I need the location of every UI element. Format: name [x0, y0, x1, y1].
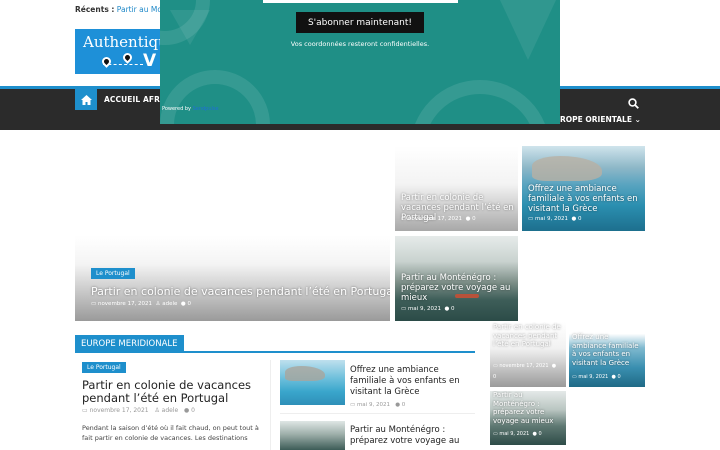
rock-shape: [285, 366, 325, 381]
mini-post-meta: ▭ mai 9, 2021 ● 0: [572, 374, 621, 380]
calendar-icon: ▭: [350, 402, 356, 408]
comment-icon: ●: [571, 216, 577, 222]
mini-post-montenegro[interactable]: Partir au Monténégro : préparez votre vo…: [490, 391, 566, 445]
featured-main-meta: ▭ novembre 17, 2021 ♙ adele ● 0: [91, 301, 191, 307]
post-date: novembre 17, 2021: [97, 301, 153, 307]
post-date: mai 9, 2021: [534, 216, 568, 222]
powered-by[interactable]: Powered by Sendpulse: [162, 106, 219, 112]
mini-post-title[interactable]: Partir en colonie de vacances pendant l’…: [493, 323, 565, 349]
calendar-icon: ▭: [493, 431, 498, 437]
mini-post-title[interactable]: Offrez une ambiance familiale à vos enfa…: [572, 333, 644, 367]
calendar-icon: ▭: [82, 407, 88, 414]
comment-icon: ●: [183, 407, 190, 414]
post-comments: 0: [187, 301, 191, 307]
map-pin-icon: [100, 55, 113, 68]
comment-icon: ●: [611, 374, 616, 380]
comment-icon: ●: [551, 363, 557, 369]
home-icon: [80, 94, 92, 105]
calendar-icon: ▭: [91, 301, 97, 307]
mini-post-greece[interactable]: Offrez une ambiance familiale à vos enfa…: [569, 322, 645, 387]
user-icon: ♙: [155, 301, 161, 307]
logo-letter: V: [143, 51, 157, 71]
post-date: mai 9, 2021: [407, 306, 441, 312]
decorative-circle: [160, 70, 270, 124]
post-comments[interactable]: 0: [191, 407, 195, 414]
home-button[interactable]: [75, 89, 97, 110]
post-author: adele: [162, 301, 178, 307]
comment-icon: ●: [532, 431, 537, 437]
post-comments: 0: [578, 216, 582, 222]
featured-post-meta: ▭ novembre 17, 2021 ● 0: [401, 216, 476, 222]
logo-text: Authentiqu: [83, 33, 165, 51]
comment-icon: ●: [180, 301, 186, 307]
calendar-icon: ▭: [401, 216, 407, 222]
featured-main-post[interactable]: Le Portugal Partir en colonie de vacance…: [75, 131, 390, 321]
powered-label: Powered by: [162, 106, 191, 112]
featured-post-portugal[interactable]: Partir en colonie de vacances pendant l’…: [395, 146, 518, 231]
featured-main-title[interactable]: Partir en colonie de vacances pendant l’…: [91, 285, 390, 298]
calendar-icon: ▭: [572, 374, 577, 380]
post-title[interactable]: Partir en colonie de vacances pendant l’…: [82, 379, 262, 405]
nav-item-label: ROPE ORIENTALE: [560, 115, 632, 124]
featured-post-meta: ▭ mai 9, 2021 ● 0: [528, 216, 582, 222]
post-excerpt: Pendant la saison d’été où il fait chaud…: [82, 424, 259, 442]
post-comments: 0: [538, 431, 542, 437]
featured-post-meta: ▭ mai 9, 2021 ● 0: [401, 306, 455, 312]
mini-post-comments: 0: [493, 374, 497, 380]
map-pin-icon: [121, 51, 134, 64]
post-date: mai 9, 2021: [499, 431, 530, 437]
user-icon: ♙: [154, 407, 160, 414]
category-tag[interactable]: Le Portugal: [82, 362, 126, 373]
comment-icon: ●: [465, 216, 471, 222]
comment-icon: ●: [444, 306, 450, 312]
rock-shape: [532, 156, 602, 181]
featured-post-montenegro[interactable]: Partir au Monténégro : préparez votre vo…: [395, 236, 518, 321]
post-comments: 0: [451, 306, 455, 312]
post-date[interactable]: novembre 17, 2021: [90, 407, 149, 414]
site-logo[interactable]: Authentiqu V: [75, 29, 165, 74]
nav-item-accueil[interactable]: ACCUEIL: [104, 95, 140, 104]
decorative-triangle: [500, 0, 556, 60]
post-comments[interactable]: 0: [402, 402, 406, 408]
featured-post-greece[interactable]: Offrez une ambiance familiale à vos enfa…: [522, 146, 645, 231]
search-button[interactable]: [628, 94, 639, 113]
side-post-title[interactable]: Partir au Monténégro : préparez votre vo…: [350, 425, 470, 447]
side-post-title[interactable]: Offrez une ambiance familiale à vos enfa…: [350, 365, 470, 398]
mini-post-title[interactable]: Partir au Monténégro : préparez votre vo…: [493, 391, 565, 425]
post-comments: 0: [617, 374, 621, 380]
privacy-note: Vos coordonnées resteront confidentielle…: [290, 40, 430, 48]
post-comments: 0: [472, 216, 476, 222]
post-date: novembre 17, 2021: [407, 216, 463, 222]
calendar-icon: ▭: [528, 216, 534, 222]
powered-brand: Sendpulse: [192, 106, 219, 112]
subscribe-button[interactable]: S'abonner maintenant!: [296, 12, 424, 33]
search-icon: [628, 98, 639, 109]
post-meta: ▭ novembre 17, 2021 ♙ adele ● 0: [82, 407, 195, 414]
email-input[interactable]: [263, 0, 458, 3]
calendar-icon: ▭: [493, 363, 498, 369]
post-date[interactable]: mai 9, 2021: [357, 402, 390, 408]
chevron-down-icon: ⌄: [634, 115, 641, 124]
featured-post-title[interactable]: Offrez une ambiance familiale à vos enfa…: [528, 184, 645, 214]
post-date: novembre 17, 2021: [499, 363, 549, 369]
category-tag[interactable]: Le Portugal: [91, 268, 135, 279]
comment-icon: ●: [395, 402, 401, 408]
side-post-thumbnail[interactable]: [280, 360, 345, 405]
mini-post-portugal[interactable]: Partir en colonie de vacances pendant l’…: [490, 322, 566, 387]
post-date: mai 9, 2021: [578, 374, 609, 380]
mini-post-meta: ▭ novembre 17, 2021 ●: [493, 363, 556, 369]
recents-label: Récents :: [75, 5, 115, 14]
side-post-divider: [280, 413, 475, 414]
mini-post-meta: ▭ mai 9, 2021 ● 0: [493, 431, 542, 437]
nav-item-europe-orientale[interactable]: ROPE ORIENTALE ⌄: [560, 115, 641, 124]
calendar-icon: ▭: [401, 306, 407, 312]
side-post-thumbnail[interactable]: [280, 421, 345, 450]
decorative-circle: [410, 80, 550, 124]
section-title[interactable]: EUROPE MERIDIONALE: [75, 335, 184, 352]
featured-post-title[interactable]: Partir au Monténégro : préparez votre vo…: [401, 273, 513, 303]
post-author[interactable]: adele: [162, 407, 179, 414]
newsletter-popup: S'abonner maintenant! Vos coordonnées re…: [160, 0, 560, 124]
column-divider: [270, 360, 271, 450]
side-post-meta: ▭ mai 9, 2021 ● 0: [350, 402, 405, 408]
